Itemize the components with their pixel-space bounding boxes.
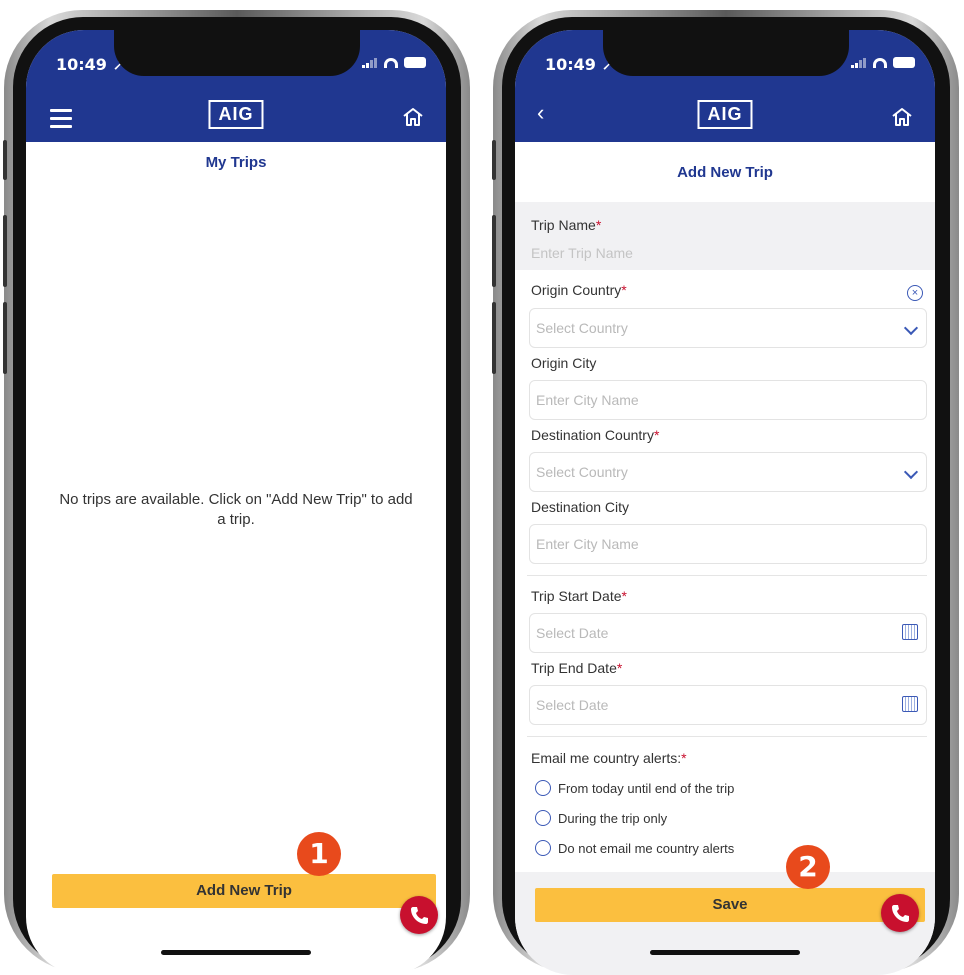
destination-city-input[interactable]: Enter City Name [529, 524, 927, 564]
phone-frame-left: 10:49 ➚ AIG My Trips No trips are availa… [3, 10, 470, 975]
side-button [492, 302, 496, 374]
origin-country-placeholder: Select Country [536, 320, 628, 336]
radio-button[interactable] [535, 810, 551, 826]
back-chevron-icon[interactable]: ‹ [537, 100, 544, 126]
destination-city-label: Destination City [531, 499, 630, 515]
radio-label: During the trip only [558, 810, 668, 826]
notch [603, 30, 849, 76]
signal-icon [851, 57, 867, 68]
call-button[interactable] [400, 896, 438, 934]
trip-name-input[interactable]: Enter Trip Name [531, 245, 633, 261]
chevron-down-icon [903, 464, 919, 480]
clear-circle-icon[interactable]: × [907, 285, 923, 301]
hamburger-menu-icon[interactable] [50, 109, 72, 133]
step-badge-2: 2 [786, 845, 830, 889]
home-indicator [650, 950, 800, 955]
radio-button[interactable] [535, 780, 551, 796]
calendar-icon[interactable] [902, 624, 918, 640]
wifi-icon [384, 57, 398, 68]
start-date-picker[interactable]: Select Date [529, 613, 927, 653]
side-button [3, 302, 7, 374]
origin-country-select[interactable]: Select Country [529, 308, 927, 348]
page-title: Add New Trip [677, 164, 773, 181]
status-time: 10:49 ➚ [545, 55, 615, 74]
start-date-placeholder: Select Date [536, 625, 609, 641]
save-button[interactable]: Save [535, 888, 925, 922]
alert-option-today-until-end[interactable]: From today until end of the trip [535, 780, 734, 796]
battery-icon [893, 57, 915, 68]
divider [527, 736, 927, 737]
home-icon[interactable] [402, 106, 424, 133]
email-alerts-label: Email me country alerts:* [531, 750, 687, 766]
home-indicator [161, 950, 311, 955]
status-time: 10:49 ➚ [56, 55, 126, 74]
page-title: My Trips [205, 154, 267, 171]
start-date-label: Trip Start Date* [531, 588, 627, 604]
alert-option-no-email[interactable]: Do not email me country alerts [535, 840, 734, 856]
origin-country-label: Origin Country* [531, 282, 627, 298]
radio-label: From today until end of the trip [558, 780, 735, 796]
origin-city-input[interactable]: Enter City Name [529, 380, 927, 420]
end-date-label: Trip End Date* [531, 660, 623, 676]
destination-country-placeholder: Select Country [536, 464, 628, 480]
chevron-down-icon [903, 320, 919, 336]
radio-label: Do not email me country alerts [558, 840, 735, 856]
nav-bar: AIG [26, 92, 446, 142]
origin-city-placeholder: Enter City Name [536, 392, 639, 408]
side-button [492, 140, 496, 180]
call-button[interactable] [881, 894, 919, 932]
aig-logo: AIG [208, 100, 264, 129]
step-badge-1: 1 [297, 832, 341, 876]
destination-country-select[interactable]: Select Country [529, 452, 927, 492]
phone-frame-right: 10:49 ➚ ‹ AIG Add New Trip Trip Name* En… [492, 10, 959, 975]
battery-icon [404, 57, 426, 68]
origin-city-label: Origin City [531, 355, 597, 371]
end-date-picker[interactable]: Select Date [529, 685, 927, 725]
destination-country-label: Destination Country* [531, 427, 660, 443]
screen-add-new-trip: 10:49 ➚ ‹ AIG Add New Trip Trip Name* En… [515, 30, 935, 975]
empty-state-message: No trips are available. Click on "Add Ne… [59, 491, 413, 528]
aig-logo: AIG [697, 100, 753, 129]
nav-bar: ‹ AIG [515, 92, 935, 142]
side-button [3, 140, 7, 180]
end-date-placeholder: Select Date [536, 697, 609, 713]
destination-city-placeholder: Enter City Name [536, 536, 639, 552]
add-new-trip-button[interactable]: Add New Trip [52, 874, 436, 908]
divider [527, 575, 927, 576]
phone-icon [411, 907, 428, 924]
phone-icon [892, 905, 909, 922]
screen-my-trips: 10:49 ➚ AIG My Trips No trips are availa… [26, 30, 446, 975]
notch [114, 30, 360, 76]
status-bar: 10:49 ➚ [26, 30, 446, 92]
status-bar: 10:49 ➚ [515, 30, 935, 92]
status-icons [851, 57, 915, 68]
radio-button[interactable] [535, 840, 551, 856]
signal-icon [362, 57, 378, 68]
trip-name-label: Trip Name* [531, 217, 602, 233]
wifi-icon [873, 57, 887, 68]
calendar-icon[interactable] [902, 696, 918, 712]
side-button [492, 215, 496, 287]
side-button [3, 215, 7, 287]
home-icon[interactable] [891, 106, 913, 133]
alert-option-during-trip[interactable]: During the trip only [535, 810, 667, 826]
status-icons [362, 57, 426, 68]
